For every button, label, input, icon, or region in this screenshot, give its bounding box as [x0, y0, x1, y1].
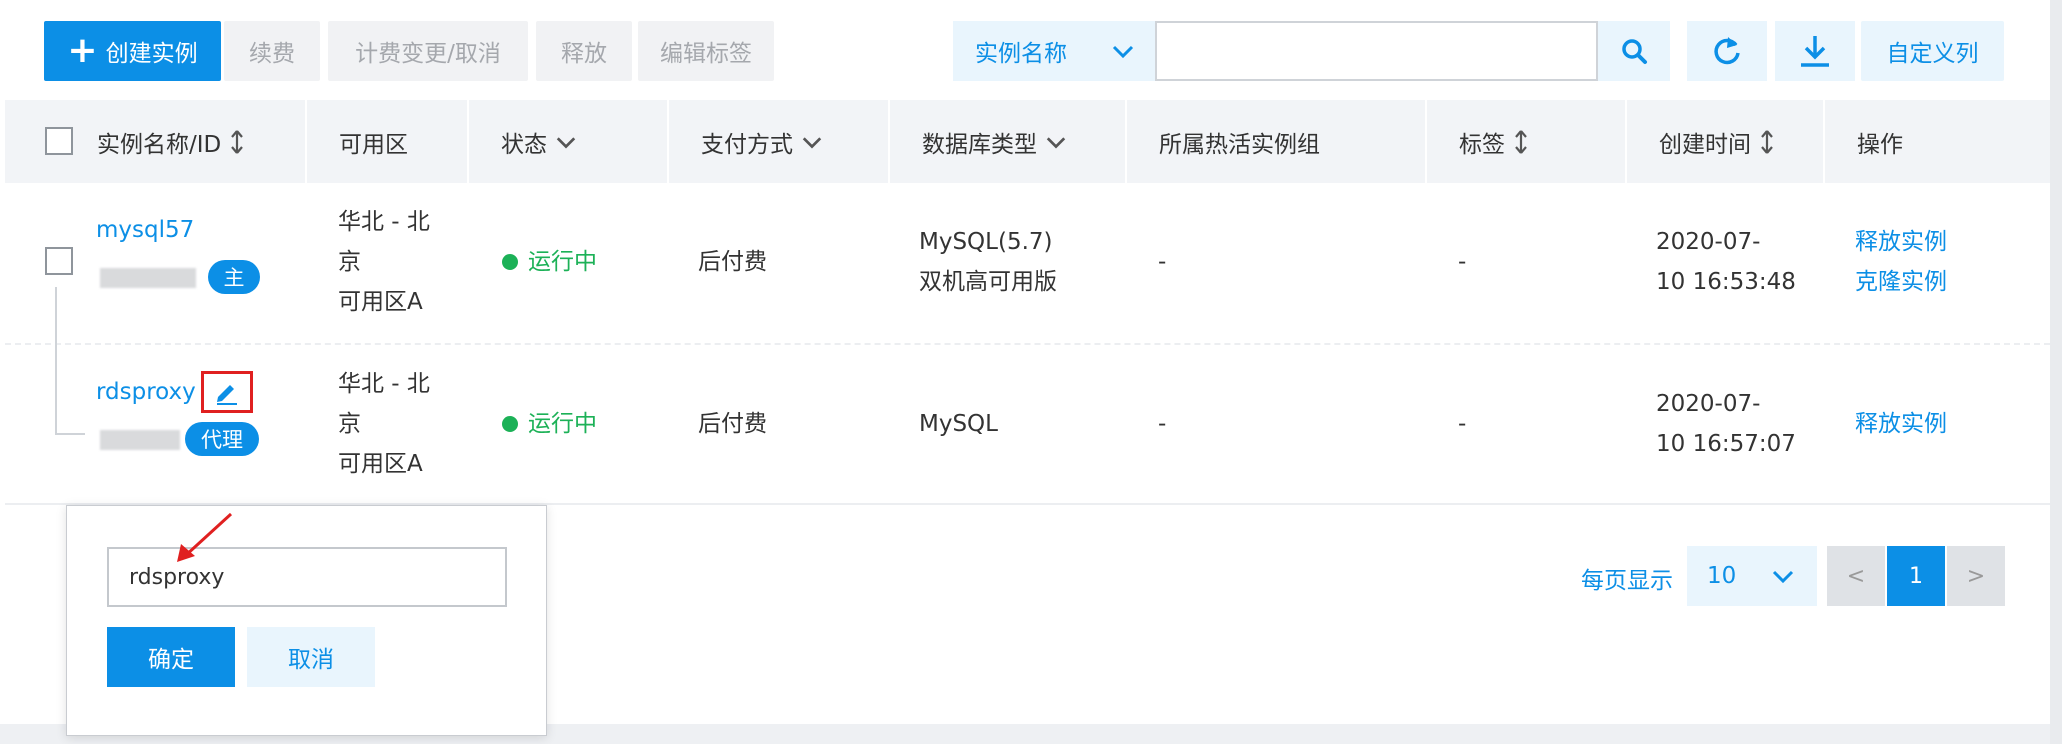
release-instance-link[interactable]: 释放实例	[1855, 222, 1947, 262]
sort-icon	[231, 129, 244, 154]
billing-change-label: 计费变更/取消	[355, 41, 501, 67]
confirm-button[interactable]: 确定	[107, 627, 235, 687]
column-header-status[interactable]: 状态	[469, 100, 577, 183]
column-header-db-type[interactable]: 数据库类型	[890, 100, 1067, 183]
scrollbar-track[interactable]	[2050, 0, 2062, 744]
rename-input[interactable]	[107, 547, 507, 607]
download-button[interactable]	[1775, 21, 1855, 81]
create-instance-label: 创建实例	[105, 41, 198, 67]
custom-columns-label: 自定义列	[1886, 41, 1979, 67]
search-field-label: 实例名称	[975, 41, 1067, 67]
status-dot-icon	[502, 416, 518, 432]
chevron-down-icon	[1046, 136, 1066, 149]
hot-group-cell: -	[1158, 249, 1167, 275]
sort-icon	[1515, 129, 1527, 154]
role-badge-primary: 主	[208, 260, 260, 294]
release-button[interactable]: 释放	[536, 21, 632, 81]
instance-id-redacted	[100, 268, 196, 288]
search-button[interactable]	[1598, 21, 1670, 81]
status-badge: 运行中	[502, 404, 597, 444]
column-header-zone: 可用区	[339, 131, 408, 158]
row-divider	[5, 343, 2050, 345]
refresh-icon	[1714, 37, 1740, 65]
next-page-button[interactable]: >	[1947, 546, 2005, 606]
edit-tags-button[interactable]: 编辑标签	[638, 21, 774, 81]
chevron-down-icon	[1112, 45, 1134, 59]
instance-id-redacted	[100, 430, 180, 450]
chevron-down-icon	[556, 136, 576, 149]
payment-cell: 后付费	[698, 249, 767, 275]
edit-tags-label: 编辑标签	[660, 41, 752, 67]
status-badge: 运行中	[502, 242, 597, 282]
status-dot-icon	[502, 254, 518, 270]
refresh-button[interactable]	[1687, 21, 1767, 81]
renew-button[interactable]: 续费	[224, 21, 320, 81]
rename-popover: 确定 取消	[66, 505, 547, 736]
hot-group-cell: -	[1158, 411, 1167, 437]
row-checkbox[interactable]	[45, 247, 73, 275]
zone-cell: 华北 - 北 京 可用区A	[338, 209, 430, 315]
cancel-button[interactable]: 取消	[247, 627, 375, 687]
arrow-annotation-icon	[177, 512, 233, 562]
column-header-actions: 操作	[1857, 131, 1903, 158]
created-time-cell: 2020-07- 10 16:53:48	[1656, 229, 1796, 295]
sort-icon	[1761, 129, 1773, 154]
chevron-down-icon	[802, 136, 822, 149]
custom-columns-button[interactable]: 自定义列	[1861, 21, 2004, 81]
tags-cell: -	[1458, 249, 1467, 275]
db-type-cell: MySQL	[919, 411, 998, 437]
search-icon	[1622, 39, 1647, 64]
plus-icon: +	[67, 30, 98, 71]
chevron-down-icon	[1772, 570, 1794, 584]
payment-cell: 后付费	[698, 411, 767, 437]
column-header-payment[interactable]: 支付方式	[669, 100, 823, 183]
prev-page-button[interactable]: <	[1827, 546, 1885, 606]
search-input[interactable]	[1155, 21, 1598, 81]
tags-cell: -	[1458, 411, 1467, 437]
role-badge-proxy: 代理	[185, 422, 259, 456]
column-header-name[interactable]: 实例名称/ID	[65, 100, 245, 183]
instance-name-link[interactable]: mysql57	[96, 210, 194, 250]
search-field-select[interactable]: 实例名称	[953, 21, 1155, 81]
billing-change-button[interactable]: 计费变更/取消	[328, 21, 528, 81]
table-header: 实例名称/ID 可用区 状态 支付方式 数据库类型 所属热活实例组 标签 创建时…	[5, 100, 2050, 183]
renew-label: 续费	[249, 41, 295, 67]
per-page-label: 每页显示	[1581, 568, 1673, 594]
release-instance-link[interactable]: 释放实例	[1855, 404, 1947, 444]
zone-cell: 华北 - 北 京 可用区A	[338, 371, 430, 477]
tree-connector	[55, 433, 85, 435]
column-header-hot-group: 所属热活实例组	[1159, 131, 1320, 158]
clone-instance-link[interactable]: 克隆实例	[1855, 262, 1947, 302]
page-1-button[interactable]: 1	[1887, 546, 1945, 606]
per-page-select[interactable]: 10	[1687, 546, 1817, 606]
edit-name-button[interactable]	[201, 371, 253, 413]
create-instance-button[interactable]: + 创建实例	[44, 21, 221, 81]
created-time-cell: 2020-07- 10 16:57:07	[1656, 391, 1796, 457]
download-icon	[1801, 36, 1829, 67]
column-header-tags[interactable]: 标签	[1427, 100, 1529, 183]
tree-connector	[55, 287, 57, 435]
db-type-cell: MySQL(5.7) 双机高可用版	[919, 229, 1057, 295]
instance-name-link[interactable]: rdsproxy	[96, 372, 196, 412]
release-label: 释放	[561, 41, 607, 67]
column-header-created[interactable]: 创建时间	[1627, 100, 1775, 183]
pencil-icon	[217, 385, 237, 405]
